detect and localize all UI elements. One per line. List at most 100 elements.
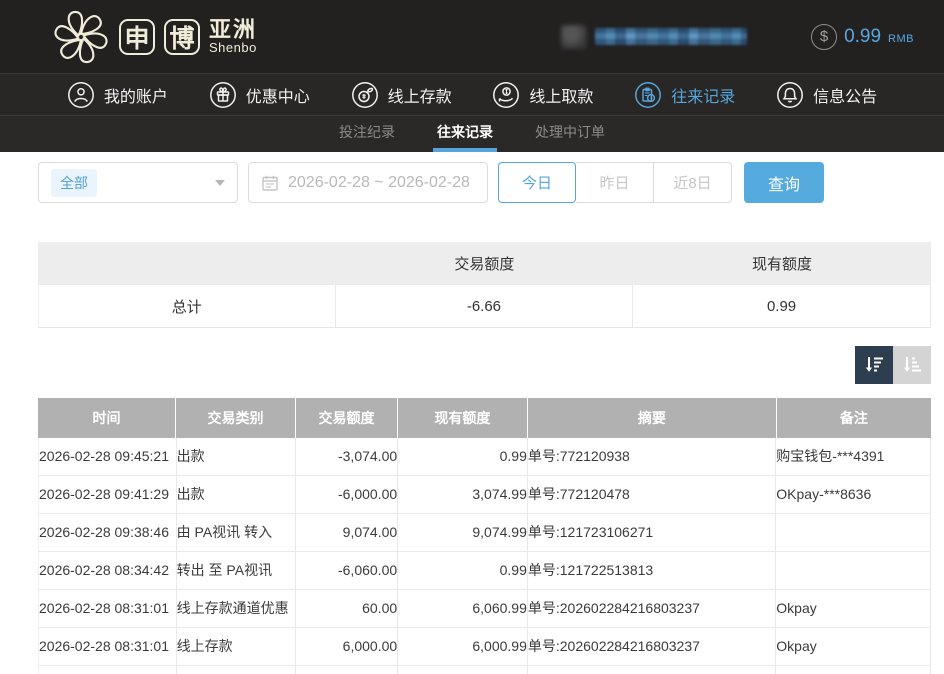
gift-icon [209,81,237,109]
table-row: 2026-02-28 08:31:01 线上存款 6,000.00 6,000.… [38,628,931,666]
balance-currency: RMB [888,33,914,45]
cell-balance: 0.99 [398,438,528,475]
cell-time: 2026-02-28 09:45:21 [39,438,177,475]
cell-amount: 60.00 [296,590,398,627]
date-range-picker[interactable]: 2026-02-28 ~ 2026-02-28 [248,162,488,203]
cell-time: 2026-02-28 09:41:29 [39,476,177,513]
cell-category [177,666,297,674]
nav-label: 线上存款 [388,83,452,107]
filter-row: 全部 2026-02-28 ~ 2026-02-28 今日 昨日 近8日 查询 [38,162,944,203]
summary-total-balance: 0.99 [633,285,931,327]
table-row: 2026-02-28 09:45:21 出款 -3,074.00 0.99 单号… [38,438,931,476]
cell-remark: Okpay [776,628,930,665]
cell-amount: 6,000.00 [296,628,398,665]
category-select[interactable]: 全部 [38,162,238,203]
cell-remark [776,666,930,674]
cell-remark: 购宝钱包-***4391 [776,438,930,475]
category-selected-chip: 全部 [51,169,97,197]
cell-time [39,666,177,674]
table-row-clipped [38,666,931,674]
today-button[interactable]: 今日 [498,162,576,203]
sort-controls [38,346,931,384]
cell-category: 线上存款通道优惠 [177,590,297,627]
sort-ascending-button[interactable] [893,346,931,384]
logo-subtitle-text: Shenbo [209,41,257,55]
cell-summary: 单号:202602284216803237 [528,628,776,665]
summary-total-label: 总计 [38,285,336,327]
summary-header-balance: 现有额度 [633,253,931,274]
cell-balance: 9,074.99 [398,514,528,551]
date-range-value: 2026-02-28 ~ 2026-02-28 [288,174,470,192]
table-row: 2026-02-28 08:34:42 转出 至 PA视讯 -6,060.00 … [38,552,931,590]
quick-range-group: 今日 昨日 近8日 [498,162,732,203]
logo-wordmark: 亚洲 Shenbo [209,18,257,55]
header-remark: 备注 [777,398,931,438]
cell-time: 2026-02-28 08:34:42 [39,552,177,589]
cell-amount: 9,074.00 [296,514,398,551]
bell-icon [776,81,804,109]
cell-balance: 0.99 [398,552,528,589]
cell-amount [296,666,398,674]
dollar-coin-icon: $ [811,24,837,50]
cell-remark: Okpay [776,590,930,627]
yesterday-button[interactable]: 昨日 [576,162,654,203]
calendar-icon [261,174,279,192]
cell-summary [528,666,776,674]
sort-ascending-icon [901,354,923,376]
site-logo[interactable]: 申 博 亚洲 Shenbo [52,8,257,66]
cell-category: 由 PA视讯 转入 [177,514,297,551]
nav-item-announcements[interactable]: 信息公告 [776,81,877,109]
nav-item-deposit[interactable]: 线上存款 [351,81,452,109]
header-balance: 现有额度 [398,398,528,438]
summary-table: 交易额度 现有额度 总计 -6.66 0.99 [38,242,931,328]
nav-item-records[interactable]: 往来记录 [634,81,735,109]
cell-category: 线上存款 [177,628,297,665]
tab-bet-records[interactable]: 投注纪录 [335,116,399,152]
table-row: 2026-02-28 08:31:01 线上存款通道优惠 60.00 6,060… [38,590,931,628]
balance-amount: 0.99 [844,26,881,48]
query-button[interactable]: 查询 [744,162,824,203]
header-summary: 摘要 [528,398,777,438]
cell-balance: 3,074.99 [398,476,528,513]
logo-region-text: 亚洲 [209,18,257,41]
table-header-row: 时间 交易类别 交易额度 现有额度 摘要 备注 [38,398,931,438]
nav-label: 优惠中心 [246,83,310,107]
records-icon [634,81,662,109]
subtab-bar: 投注纪录 往来记录 处理中订单 [0,116,944,152]
nav-item-withdraw[interactable]: 线上取款 [492,81,593,109]
user-cluster: $ 0.99 RMB [561,24,914,50]
last-8-days-button[interactable]: 近8日 [654,162,732,203]
blurred-username[interactable] [595,28,747,45]
cell-time: 2026-02-28 08:31:01 [39,590,177,627]
cell-summary: 单号:772120478 [528,476,776,513]
account-balance: $ 0.99 RMB [811,24,914,50]
logo-char-shen: 申 [119,19,155,55]
cell-remark [776,514,930,551]
cell-remark: OKpay-***8636 [776,476,930,513]
header-amount: 交易额度 [296,398,398,438]
cell-category: 出款 [177,476,297,513]
tab-transaction-records[interactable]: 往来记录 [433,116,497,152]
main-nav: 我的账户 优惠中心 线上存款 [0,73,944,116]
logo-char-bo: 博 [164,19,200,55]
summary-total-row: 总计 -6.66 0.99 [38,285,931,328]
transactions-table: 时间 交易类别 交易额度 现有额度 摘要 备注 2026-02-28 09:45… [38,398,931,674]
nav-item-promotions[interactable]: 优惠中心 [209,81,310,109]
cell-balance: 6,060.99 [398,590,528,627]
sort-descending-button[interactable] [855,346,893,384]
nav-item-my-account[interactable]: 我的账户 [67,81,168,109]
cell-balance: 6,000.99 [398,628,528,665]
tab-pending-orders[interactable]: 处理中订单 [531,116,609,152]
nav-label: 往来记录 [671,83,735,107]
header-time: 时间 [38,398,176,438]
cell-balance [398,666,528,674]
cell-time: 2026-02-28 08:31:01 [39,628,177,665]
cell-amount: -3,074.00 [296,438,398,475]
cell-time: 2026-02-28 09:38:46 [39,514,177,551]
cell-summary: 单号:121722513813 [528,552,776,589]
cell-amount: -6,000.00 [296,476,398,513]
user-avatar[interactable] [561,25,587,49]
table-row: 2026-02-28 09:41:29 出款 -6,000.00 3,074.9… [38,476,931,514]
top-header: 申 博 亚洲 Shenbo $ 0.99 RMB [0,0,944,73]
header-category: 交易类别 [176,398,296,438]
